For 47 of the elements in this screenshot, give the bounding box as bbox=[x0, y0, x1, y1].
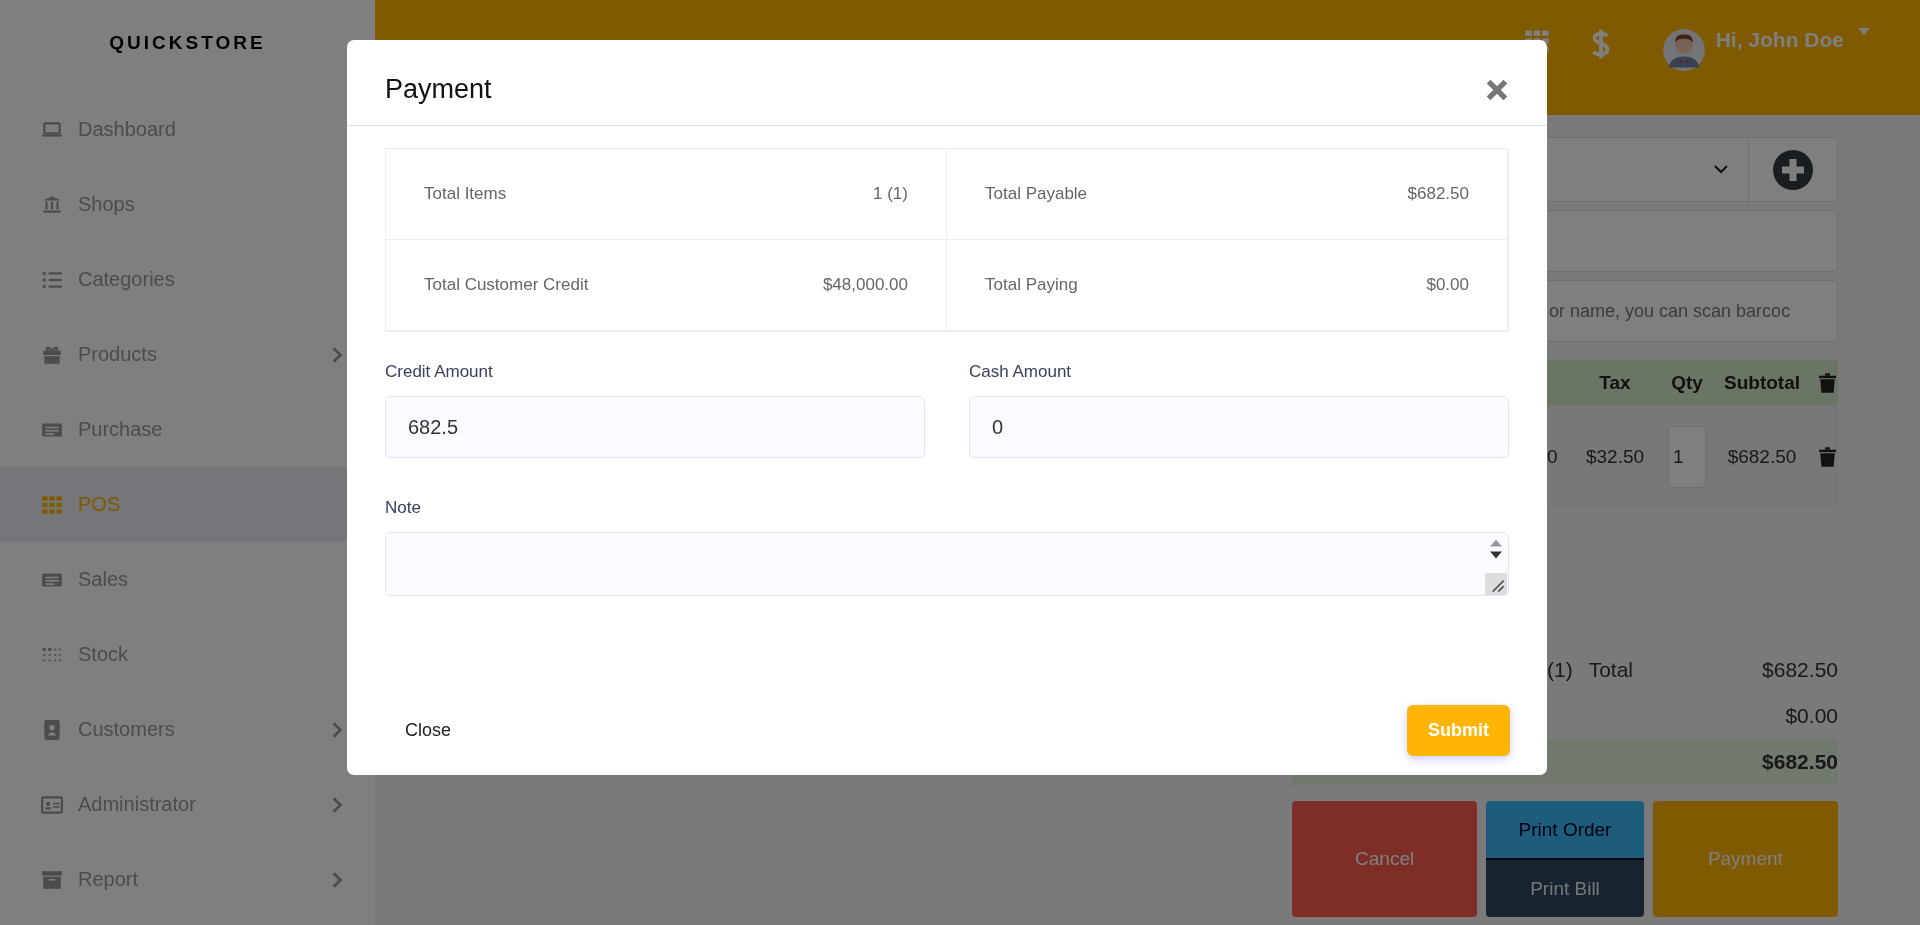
trash-icon[interactable] bbox=[1819, 372, 1836, 393]
print-bill-button[interactable]: Print Bill bbox=[1486, 858, 1644, 917]
column-header: Tax bbox=[1598, 371, 1632, 394]
summary-label: Total Payable bbox=[985, 184, 1088, 204]
table-cell-text: $32.50 bbox=[1584, 446, 1646, 468]
summary-label: Total Customer Credit bbox=[424, 275, 589, 295]
table-cell-text: 0 bbox=[1547, 446, 1559, 468]
dialog-title: Payment bbox=[385, 74, 492, 105]
total-value: $682.50 bbox=[1762, 750, 1838, 774]
total-label: Total bbox=[1588, 658, 1635, 682]
payment-button[interactable]: Payment bbox=[1652, 801, 1838, 917]
chevron-down-icon bbox=[1714, 165, 1728, 174]
brand-logo: QUICKSTORE bbox=[108, 31, 267, 55]
close-icon[interactable] bbox=[1485, 77, 1509, 102]
plus-icon bbox=[1773, 149, 1813, 190]
summary-value: $48,000.00 bbox=[822, 275, 908, 295]
user-name[interactable]: Hi, John Doe bbox=[1715, 28, 1844, 52]
quantity-field[interactable]: 1 bbox=[1668, 426, 1706, 488]
total-value: $0.00 bbox=[1785, 704, 1838, 728]
bank-icon bbox=[40, 193, 64, 216]
summary-label: Total Items bbox=[424, 184, 507, 204]
field-label: Credit Amount bbox=[385, 362, 493, 382]
column-header: Qty bbox=[1670, 371, 1704, 394]
note-field[interactable] bbox=[385, 532, 1509, 596]
total-value: $682.50 bbox=[1762, 658, 1838, 682]
column-header: Subtotal bbox=[1723, 371, 1801, 394]
cancel-button[interactable]: Cancel bbox=[1292, 801, 1478, 917]
gift-icon bbox=[40, 343, 64, 366]
field-label: Cash Amount bbox=[969, 362, 1072, 382]
trash-icon[interactable] bbox=[1819, 447, 1836, 467]
submit-button[interactable]: Submit bbox=[1407, 704, 1510, 756]
print-order-button[interactable]: Print Order bbox=[1486, 801, 1644, 858]
item-count: (1) bbox=[1547, 658, 1573, 682]
summary-value: $682.50 bbox=[1407, 184, 1469, 204]
summary-label: Total Paying bbox=[985, 275, 1078, 295]
resize-grip-icon[interactable] bbox=[1485, 573, 1507, 595]
table-cell-text: $682.50 bbox=[1726, 446, 1798, 468]
amount-field[interactable]: 682.5 bbox=[385, 396, 925, 458]
arrow-down-icon[interactable] bbox=[1490, 551, 1502, 559]
amount-field[interactable]: 0 bbox=[969, 396, 1509, 458]
field-label: Note bbox=[385, 498, 421, 518]
archive-icon bbox=[40, 868, 64, 891]
idcard-icon bbox=[40, 793, 64, 816]
close-button[interactable]: Close bbox=[385, 709, 472, 751]
summary-value: 1 (1) bbox=[873, 184, 908, 204]
avatar-icon[interactable] bbox=[1661, 28, 1706, 72]
grid-icon bbox=[40, 493, 64, 516]
